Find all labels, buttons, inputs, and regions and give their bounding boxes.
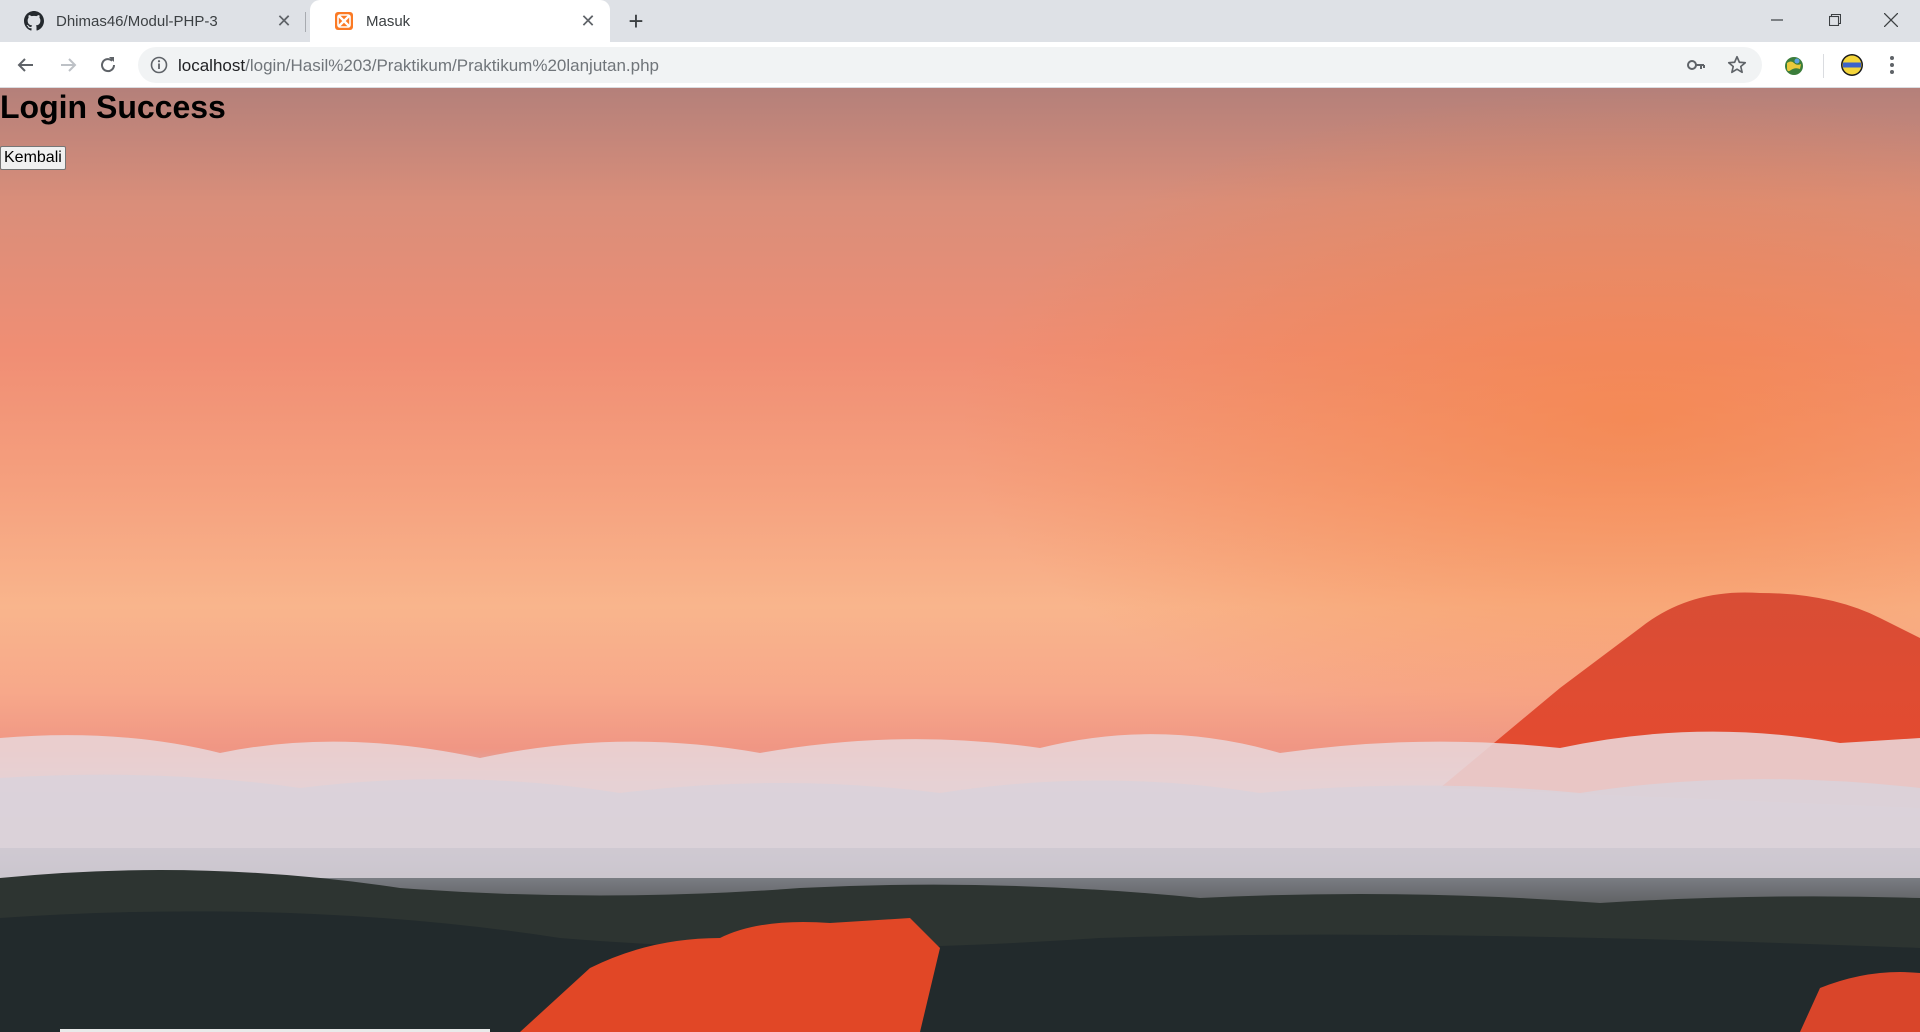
- menu-dot-icon: [1890, 56, 1894, 60]
- arrow-right-icon: [61, 58, 77, 72]
- reload-icon: [101, 57, 116, 73]
- close-window-button[interactable]: [1862, 0, 1920, 40]
- back-button[interactable]: [10, 49, 42, 81]
- xampp-icon: [334, 11, 354, 31]
- github-icon: [24, 11, 44, 31]
- page-title: Login Success: [0, 89, 226, 125]
- new-tab-button[interactable]: +: [622, 6, 650, 36]
- url-host: localhost: [178, 56, 246, 75]
- profile-avatar-icon[interactable]: [1840, 53, 1864, 77]
- page-viewport: Login Success Kembali: [0, 88, 1920, 1032]
- info-icon[interactable]: [150, 56, 168, 74]
- close-icon[interactable]: ✕: [576, 9, 600, 33]
- back-link-button[interactable]: Kembali: [0, 146, 66, 170]
- restore-button[interactable]: [1806, 0, 1864, 40]
- tab-github[interactable]: Dhimas46/Modul-PHP-3 ✕: [0, 0, 306, 42]
- forward-button[interactable]: [52, 49, 84, 81]
- address-url[interactable]: localhost/login/Hasil%203/Praktikum/Prak…: [178, 56, 659, 76]
- key-icon[interactable]: [1686, 55, 1706, 75]
- extension-globe-icon[interactable]: [1782, 54, 1806, 78]
- menu-button[interactable]: [1880, 52, 1904, 78]
- toolbar-divider: [1823, 54, 1824, 78]
- tab-title: Masuk: [366, 12, 411, 30]
- url-path: /login/Hasil%203/Praktikum/Praktikum%20l…: [245, 56, 659, 75]
- menu-dot-icon: [1890, 70, 1894, 74]
- tab-strip: Dhimas46/Modul-PHP-3 ✕ Masuk ✕ +: [0, 0, 1920, 42]
- restore-icon: [1829, 14, 1841, 26]
- star-icon[interactable]: [1726, 54, 1748, 76]
- close-icon[interactable]: ✕: [272, 9, 296, 33]
- mountain-background-image: [0, 88, 1920, 1032]
- menu-dot-icon: [1890, 63, 1894, 67]
- tab-title: Dhimas46/Modul-PHP-3: [56, 12, 218, 30]
- minimize-button[interactable]: [1748, 0, 1806, 40]
- address-bar[interactable]: localhost/login/Hasil%203/Praktikum/Prak…: [138, 47, 1762, 83]
- close-window-icon: [1884, 13, 1898, 27]
- tab-masuk[interactable]: Masuk ✕: [310, 0, 610, 42]
- minimize-icon: [1771, 19, 1783, 21]
- reload-button[interactable]: [92, 49, 124, 81]
- browser-toolbar: localhost/login/Hasil%203/Praktikum/Prak…: [0, 42, 1920, 88]
- arrow-left-icon: [17, 58, 33, 72]
